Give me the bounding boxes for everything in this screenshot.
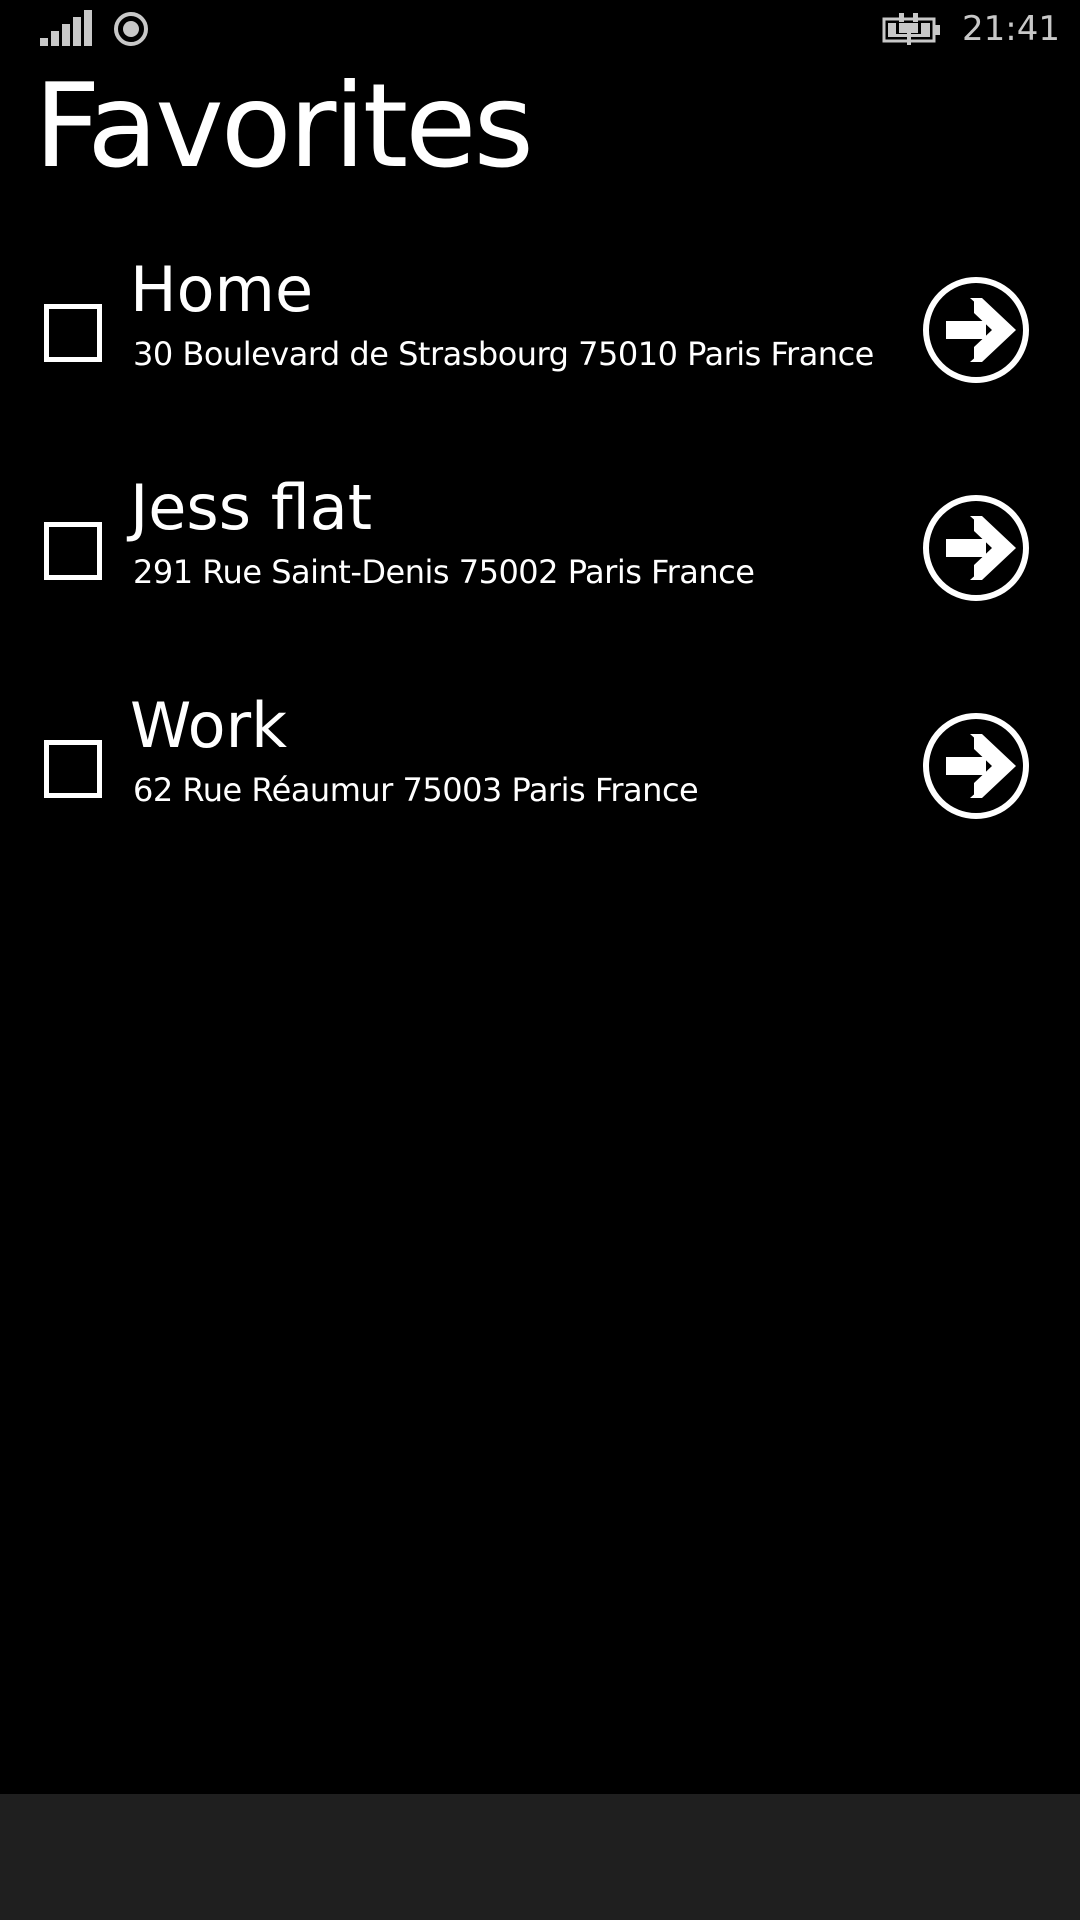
- arrow-right-circle-icon[interactable]: [922, 494, 1030, 602]
- favorite-address: 30 Boulevard de Strasbourg 75010 Paris F…: [133, 335, 874, 373]
- signal-bars-icon: [40, 10, 92, 46]
- favorite-address: 62 Rue Réaumur 75003 Paris France: [133, 771, 699, 809]
- favorite-address: 291 Rue Saint-Denis 75002 Paris France: [133, 553, 755, 591]
- favorite-checkbox[interactable]: [44, 304, 102, 362]
- favorite-item-jess-flat[interactable]: Jess flat 291 Rue Saint-Denis 75002 Pari…: [0, 464, 1080, 644]
- favorite-checkbox[interactable]: [44, 740, 102, 798]
- favorite-name: Jess flat: [130, 471, 373, 544]
- page-title: Favorites: [34, 59, 534, 194]
- status-bar: 21:41: [0, 0, 1080, 60]
- favorite-item-work[interactable]: Work 62 Rue Réaumur 75003 Paris France: [0, 682, 1080, 862]
- app-bar[interactable]: [0, 1794, 1080, 1920]
- location-icon: [114, 12, 148, 46]
- arrow-right-circle-icon[interactable]: [922, 712, 1030, 820]
- favorite-name: Work: [130, 689, 287, 762]
- favorite-name: Home: [130, 253, 314, 326]
- status-clock: 21:41: [962, 9, 1060, 49]
- battery-charging-icon: [882, 13, 940, 45]
- arrow-right-circle-icon[interactable]: [922, 276, 1030, 384]
- favorite-checkbox[interactable]: [44, 522, 102, 580]
- favorite-item-home[interactable]: Home 30 Boulevard de Strasbourg 75010 Pa…: [0, 246, 1080, 426]
